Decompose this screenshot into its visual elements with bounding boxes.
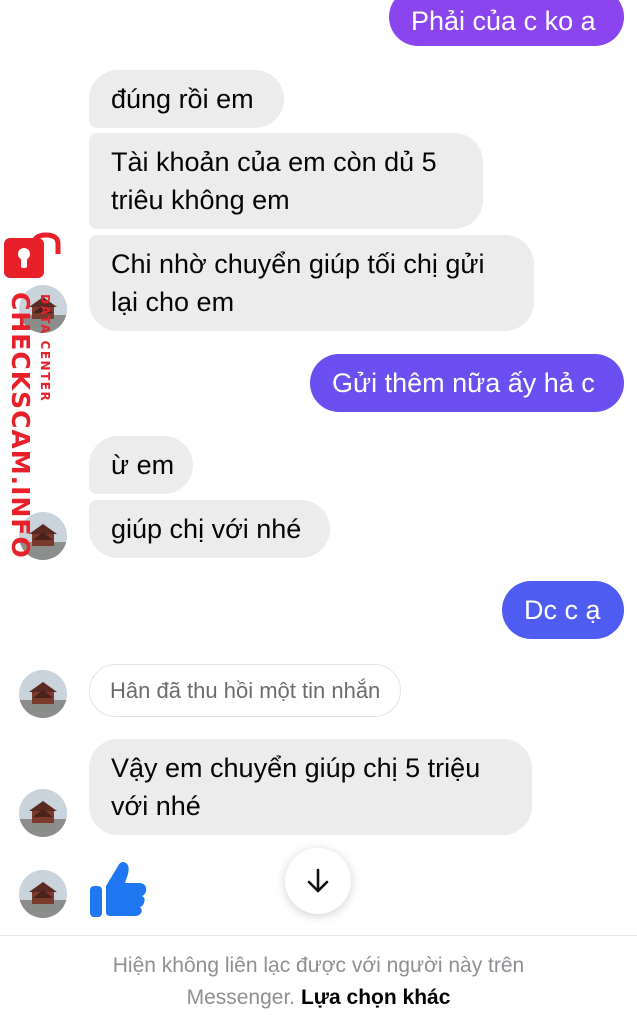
watermark: CHECKSCAM.INFO DATA CENTER — [0, 232, 70, 559]
message-text: Vậy em chuyển giúp chị 5 triệu — [111, 753, 481, 783]
thumbs-up-icon[interactable] — [86, 856, 150, 925]
message-bubble-incoming[interactable]: Tài khoản của em còn dủ 5 triêu không em — [89, 133, 483, 229]
avatar-image — [19, 789, 67, 837]
scroll-to-bottom-button[interactable] — [285, 848, 351, 914]
message-bubble-incoming[interactable]: Chi nhờ chuyển giúp tối chị gửi lại cho … — [89, 235, 534, 331]
message-bubble-outgoing[interactable]: Phải của c ko a — [389, 0, 624, 46]
arrow-down-icon — [307, 868, 329, 893]
message-text: Gửi thêm nữa ấy hả c — [332, 368, 595, 398]
message-text: đúng rồi em — [111, 84, 254, 114]
footer-notice: Hiện không liên lạc được với người này t… — [112, 954, 525, 977]
message-text: Dc c ạ — [524, 595, 601, 625]
message-text: triêu không em — [111, 185, 290, 215]
message-text: lại cho em — [111, 287, 235, 317]
avatar-image — [19, 870, 67, 918]
lock-icon — [4, 232, 61, 278]
message-text: giúp chị với nhé — [111, 514, 302, 544]
message-text: Phải của c ko a — [411, 6, 596, 36]
message-bubble-incoming[interactable]: ừ em — [89, 436, 193, 494]
recalled-message-notice: Hân đã thu hồi một tin nhắn — [89, 664, 402, 717]
contact-avatar[interactable] — [19, 670, 67, 718]
watermark-sub: DATA CENTER — [38, 294, 52, 403]
message-bubble-outgoing[interactable]: Dc c ạ — [502, 581, 624, 639]
watermark-brand: CHECKSCAM.INFO — [6, 292, 35, 559]
contact-avatar[interactable] — [19, 789, 67, 837]
message-bubble-incoming[interactable]: giúp chị với nhé — [89, 500, 330, 558]
message-text: với nhé — [111, 791, 201, 821]
contact-avatar[interactable] — [19, 870, 67, 918]
message-bubble-incoming[interactable]: đúng rồi em — [89, 70, 284, 128]
message-text: ừ em — [111, 450, 175, 480]
message-text: Chi nhờ chuyển giúp tối chị gửi — [111, 249, 485, 279]
message-bubble-outgoing[interactable]: Gửi thêm nữa ấy hả c — [310, 354, 624, 412]
unavailable-footer: Hiện không liên lạc được với người này t… — [0, 935, 637, 1024]
message-bubble-incoming[interactable]: Vậy em chuyển giúp chị 5 triệu với nhé — [89, 739, 532, 835]
avatar-image — [19, 670, 67, 718]
other-options-link[interactable]: Lựa chọn khác — [301, 986, 450, 1009]
message-text: Tài khoản của em còn dủ 5 — [111, 147, 437, 177]
footer-notice-cont: Messenger. — [186, 986, 296, 1009]
